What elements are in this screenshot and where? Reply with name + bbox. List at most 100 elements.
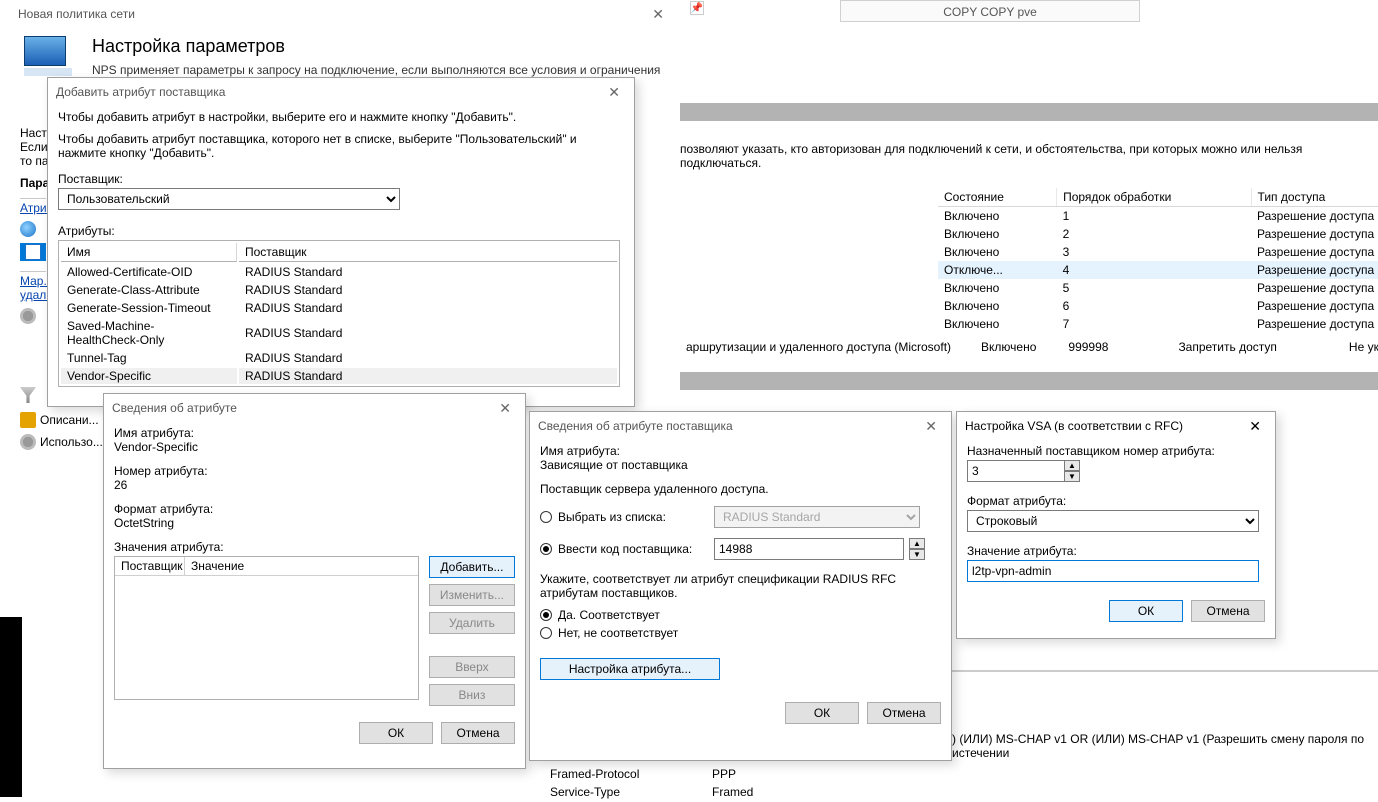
radio-list-label: Выбрать из списка: <box>558 510 708 524</box>
bg-prop-val-0: PPP <box>711 766 754 782</box>
bg-description: позволяют указать, кто авторизован для п… <box>680 142 1368 170</box>
ok-button[interactable]: ОК <box>1109 600 1183 622</box>
bg-prop-key-1: Service-Type <box>549 784 709 800</box>
bg-row-state: Включено <box>961 338 1046 356</box>
radio-no[interactable] <box>540 627 552 639</box>
attr-row[interactable]: Allowed-Certificate-OIDRADIUS Standard <box>61 264 617 280</box>
gear-icon-2 <box>20 434 36 450</box>
vals-label: Значения атрибута: <box>114 540 515 554</box>
down-button[interactable]: Вниз <box>429 684 515 706</box>
bg-auth-line: ) (ИЛИ) MS-CHAP v1 OR (ИЛИ) MS-CHAP v1 (… <box>952 732 1378 760</box>
close-icon[interactable]: ✕ <box>646 0 670 28</box>
gray-divider-2 <box>680 372 1378 390</box>
win2-titlebar: Сведения об атрибуте ✕ <box>104 394 525 422</box>
vendor-select[interactable]: Пользовательский <box>58 188 400 210</box>
bg-row-order: 999998 <box>1046 338 1118 356</box>
gray-divider-1 <box>680 103 1378 121</box>
win4-titlebar: Настройка VSA (в соответствии с RFC) ✕ <box>957 412 1275 440</box>
fmt-value: OctetString <box>114 516 515 530</box>
cancel-button[interactable]: Отмена <box>1191 600 1265 622</box>
col-name[interactable]: Имя <box>61 243 237 262</box>
spinner[interactable]: ▲▼ <box>909 538 925 560</box>
tab-pin-icon[interactable]: 📌 <box>690 1 704 15</box>
name-label: Имя атрибута: <box>114 426 515 440</box>
lbl-use: Использо... <box>40 435 103 449</box>
name-value: Зависящие от поставщика <box>540 458 941 472</box>
win1-p1: Чтобы добавить атрибут в настройки, выбе… <box>58 110 624 124</box>
table-row[interactable]: Включено5Разрешение доступа к узлуНе ука… <box>938 279 1378 297</box>
conform-label: Укажите, соответствует ли атрибут специф… <box>540 572 941 600</box>
attr-row[interactable]: Generate-Class-AttributeRADIUS Standard <box>61 282 617 298</box>
header-tab[interactable]: COPY COPY pve <box>840 0 1140 22</box>
attrs-label: Атрибуты: <box>58 224 624 238</box>
lock-icon <box>20 412 36 428</box>
bg-row-source: Не указано <box>1287 338 1378 356</box>
win0-titlebar: Новая политика сети ✕ <box>10 0 678 28</box>
radio-no-label: Нет, не соответствует <box>558 626 678 640</box>
col-order[interactable]: Порядок обработки <box>1057 188 1251 207</box>
policy-table-area: Состояние Порядок обработки Тип доступа … <box>680 188 1378 333</box>
vendor-label: Поставщик: <box>58 172 624 186</box>
radio-enter-code[interactable] <box>540 543 552 555</box>
edit-button[interactable]: Изменить... <box>429 584 515 606</box>
up-button[interactable]: Вверх <box>429 656 515 678</box>
cancel-button[interactable]: Отмена <box>867 702 941 724</box>
close-icon[interactable]: ✕ <box>602 78 626 106</box>
ok-button[interactable]: ОК <box>785 702 859 724</box>
col-state[interactable]: Состояние <box>938 188 1057 207</box>
radio-code-label: Ввести код поставщика: <box>558 542 708 556</box>
vsa-val-label: Значение атрибута: <box>967 544 1265 558</box>
configure-attr-button[interactable]: Настройка атрибута... <box>540 658 720 680</box>
left-black-bar <box>0 617 22 797</box>
vendor-code-input[interactable] <box>714 538 904 560</box>
win4-title: Настройка VSA (в соответствии с RFC) <box>965 412 1183 440</box>
spinner[interactable]: ▲▼ <box>1064 460 1080 482</box>
bg-prop-val-1: Framed <box>711 784 754 800</box>
fmt-label: Формат атрибута: <box>114 502 515 516</box>
attr-row[interactable]: Tunnel-TagRADIUS Standard <box>61 350 617 366</box>
vsa-num-input[interactable] <box>967 460 1065 482</box>
win0-title: Новая политика сети <box>18 0 135 28</box>
table-row[interactable]: Отключе...4Разрешение доступа к узлуНе у… <box>938 261 1378 279</box>
col-vendor[interactable]: Поставщик <box>115 557 185 575</box>
name-value: Vendor-Specific <box>114 440 515 454</box>
table-row[interactable]: Включено7Разрешение доступа к узлуНе ука… <box>938 315 1378 333</box>
num-label: Номер атрибута: <box>114 464 515 478</box>
vsa-fmt-select[interactable]: Строковый <box>967 510 1259 532</box>
win1-p2: Чтобы добавить атрибут поставщика, котор… <box>58 132 624 160</box>
delete-button[interactable]: Удалить <box>429 612 515 634</box>
table-row[interactable]: Включено2Разрешение доступа к узлуНе ука… <box>938 225 1378 243</box>
table-row[interactable]: Включено1Разрешение доступа к узлуНе ука… <box>938 207 1378 226</box>
num-value: 26 <box>114 478 515 492</box>
add-button[interactable]: Добавить... <box>429 556 515 578</box>
globe-icon <box>20 221 36 237</box>
radio-yes[interactable] <box>540 609 552 621</box>
ok-button[interactable]: ОК <box>359 722 433 744</box>
bg-prop-key-0: Framed-Protocol <box>549 766 709 782</box>
attr-row[interactable]: Saved-Machine-HealthCheck-OnlyRADIUS Sta… <box>61 318 617 348</box>
table-row[interactable]: Включено6Разрешение доступа к узлуНе ука… <box>938 297 1378 315</box>
radio-yes-label: Да. Соответствует <box>558 608 660 622</box>
funnel-icon <box>20 387 36 403</box>
win0-heading: Настройка параметров <box>92 36 664 57</box>
close-icon[interactable]: ✕ <box>1243 412 1267 440</box>
close-icon[interactable]: ✕ <box>919 412 943 440</box>
doc-selected-icon[interactable] <box>20 243 46 261</box>
close-icon[interactable]: ✕ <box>493 394 517 422</box>
col-type[interactable]: Тип доступа <box>1251 188 1378 207</box>
lbl-description: Описани... <box>40 413 99 427</box>
win1-titlebar: Добавить атрибут поставщика ✕ <box>48 78 634 106</box>
name-label: Имя атрибута: <box>540 444 941 458</box>
attr-row[interactable]: Vendor-SpecificRADIUS Standard <box>61 368 617 384</box>
win3-title: Сведения об атрибуте поставщика <box>538 412 733 440</box>
table-row[interactable]: Включено3Разрешение доступа к узлуНе ука… <box>938 243 1378 261</box>
cancel-button[interactable]: Отмена <box>441 722 515 744</box>
col-vendor[interactable]: Поставщик <box>239 243 617 262</box>
vsa-value-input[interactable] <box>967 560 1259 582</box>
attr-row[interactable]: Generate-Session-TimeoutRADIUS Standard <box>61 300 617 316</box>
bg-row-label: аршрутизации и удаленного доступа (Micro… <box>680 338 961 356</box>
col-value[interactable]: Значение <box>185 557 250 575</box>
win1-title: Добавить атрибут поставщика <box>56 78 225 106</box>
radio-from-list[interactable] <box>540 511 552 523</box>
gear-icon <box>20 308 36 324</box>
